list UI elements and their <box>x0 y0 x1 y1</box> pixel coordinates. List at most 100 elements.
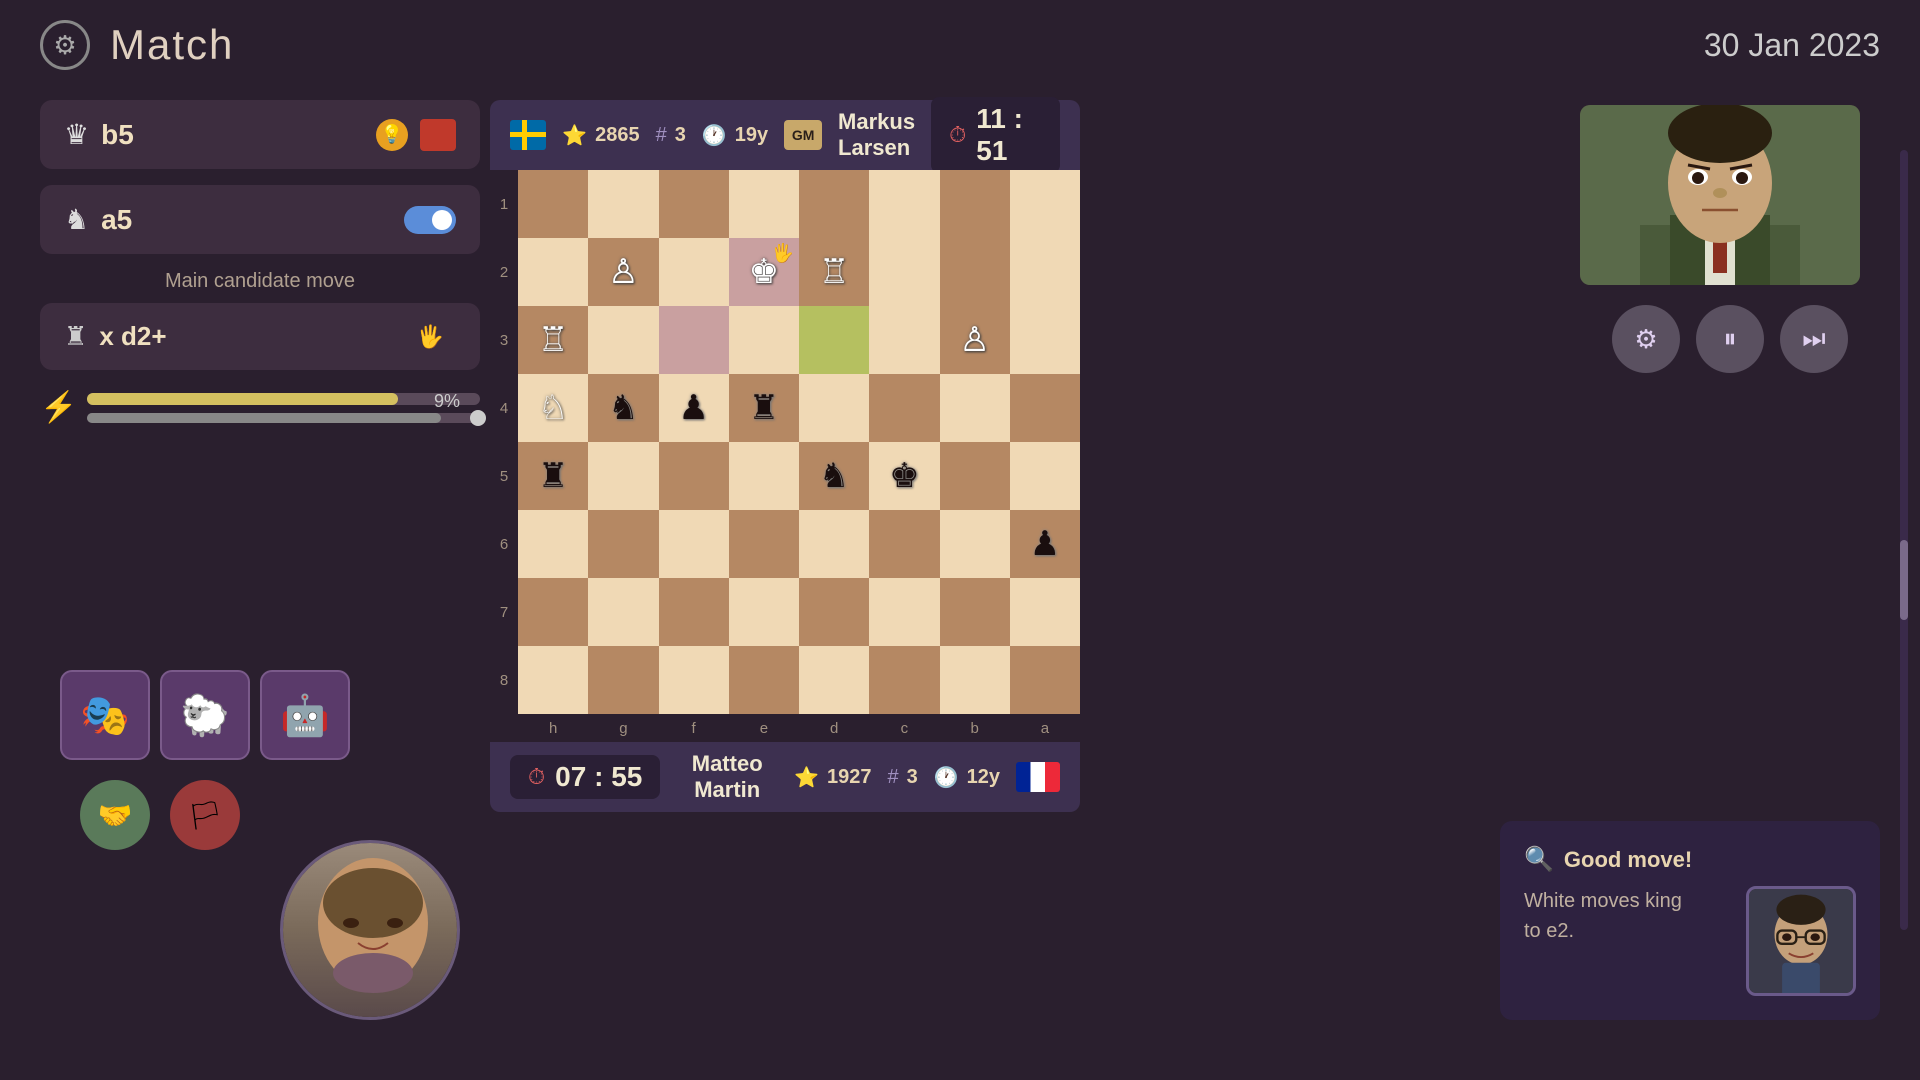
cell-c2[interactable] <box>869 238 939 306</box>
age-bottom: 12y <box>967 766 1000 789</box>
cell-b2[interactable] <box>940 238 1010 306</box>
handshake-button[interactable]: 🤝 <box>80 780 150 850</box>
cell-d6[interactable] <box>799 510 869 578</box>
cell-c7[interactable] <box>869 578 939 646</box>
scrollbar[interactable] <box>1900 150 1908 930</box>
cell-g2[interactable]: ♙ <box>588 238 658 306</box>
progress-knob[interactable] <box>470 410 486 426</box>
progress-bars: 9% <box>87 393 480 423</box>
settings-icon[interactable]: ⚙ <box>40 20 90 70</box>
cell-d2[interactable]: ♖ <box>799 238 869 306</box>
cell-b8[interactable] <box>940 646 1010 714</box>
piece-h3-rook: ♖ <box>538 323 568 357</box>
cell-e1[interactable] <box>729 170 799 238</box>
cell-c1[interactable] <box>869 170 939 238</box>
cell-e8[interactable] <box>729 646 799 714</box>
progress-track-1: 9% <box>87 393 480 405</box>
board-row-1 <box>518 170 1080 238</box>
skip-button[interactable]: ⏭ <box>1780 305 1848 373</box>
avatar-card-3[interactable]: 🤖 <box>260 670 350 760</box>
player-face <box>283 843 457 1017</box>
board-row-8 <box>518 646 1080 714</box>
toggle-2[interactable] <box>404 206 456 234</box>
cell-h6[interactable] <box>518 510 588 578</box>
cell-a8[interactable] <box>1010 646 1080 714</box>
cell-c5[interactable]: ♚ <box>869 442 939 510</box>
cell-h2[interactable] <box>518 238 588 306</box>
cell-e5[interactable] <box>729 442 799 510</box>
cell-b5[interactable] <box>940 442 1010 510</box>
rank-labels: 1 2 3 4 5 6 7 8 <box>490 170 518 742</box>
cell-g5[interactable] <box>588 442 658 510</box>
cell-g4[interactable]: ♞ <box>588 374 658 442</box>
cell-e7[interactable] <box>729 578 799 646</box>
cell-a5[interactable] <box>1010 442 1080 510</box>
hint-icon-1[interactable]: 💡 <box>376 119 408 151</box>
cell-e3[interactable] <box>729 306 799 374</box>
board-row-7 <box>518 578 1080 646</box>
rank-bottom: 3 <box>907 766 918 789</box>
cell-h7[interactable] <box>518 578 588 646</box>
cell-a2[interactable] <box>1010 238 1080 306</box>
cell-c4[interactable] <box>869 374 939 442</box>
cell-g8[interactable] <box>588 646 658 714</box>
cell-a1[interactable] <box>1010 170 1080 238</box>
cell-g7[interactable] <box>588 578 658 646</box>
cell-f4[interactable]: ♟ <box>659 374 729 442</box>
cell-b6[interactable] <box>940 510 1010 578</box>
cell-a7[interactable] <box>1010 578 1080 646</box>
cell-c8[interactable] <box>869 646 939 714</box>
cell-e6[interactable] <box>729 510 799 578</box>
scrollbar-thumb[interactable] <box>1900 540 1908 620</box>
cell-d7[interactable] <box>799 578 869 646</box>
cell-b4[interactable] <box>940 374 1010 442</box>
cell-f3[interactable] <box>659 306 729 374</box>
cell-e2[interactable]: ♚🖐 <box>729 238 799 306</box>
cell-g6[interactable] <box>588 510 658 578</box>
cell-a3[interactable] <box>1010 306 1080 374</box>
timer-icon-bottom: ⏱ <box>528 764 545 790</box>
cell-f2[interactable] <box>659 238 729 306</box>
cell-h5[interactable]: ♜ <box>518 442 588 510</box>
age-icon-top: 🕐 <box>702 123 727 148</box>
cell-d1[interactable] <box>799 170 869 238</box>
cell-d3[interactable] <box>799 306 869 374</box>
cell-c3[interactable] <box>869 306 939 374</box>
pause-button[interactable]: ⏸ <box>1696 305 1764 373</box>
cell-g3[interactable] <box>588 306 658 374</box>
cell-g1[interactable] <box>588 170 658 238</box>
cell-f8[interactable] <box>659 646 729 714</box>
flag-button[interactable]: 🏳 <box>170 780 240 850</box>
piece-g4-knight: ♞ <box>608 391 638 425</box>
cell-f6[interactable] <box>659 510 729 578</box>
cell-a4[interactable] <box>1010 374 1080 442</box>
avatar-card-2-inner: 🐑 <box>162 672 248 758</box>
cell-d5[interactable]: ♞ <box>799 442 869 510</box>
cell-a6[interactable]: ♟ <box>1010 510 1080 578</box>
cell-h1[interactable] <box>518 170 588 238</box>
settings-button[interactable]: ⚙ <box>1612 305 1680 373</box>
age-icon-bottom: 🕐 <box>934 765 959 790</box>
rating-top: 2865 <box>595 124 640 147</box>
cell-f5[interactable] <box>659 442 729 510</box>
cell-c6[interactable] <box>869 510 939 578</box>
cell-d4[interactable] <box>799 374 869 442</box>
cell-b1[interactable] <box>940 170 1010 238</box>
cell-e4[interactable]: ♜ <box>729 374 799 442</box>
cell-d8[interactable] <box>799 646 869 714</box>
cell-f7[interactable] <box>659 578 729 646</box>
cell-h8[interactable] <box>518 646 588 714</box>
rank-4: 4 <box>490 374 518 442</box>
cell-h4[interactable]: ♘ <box>518 374 588 442</box>
cell-f1[interactable] <box>659 170 729 238</box>
cell-b7[interactable] <box>940 578 1010 646</box>
cell-h3[interactable]: ♖ <box>518 306 588 374</box>
avatar-card-1[interactable]: 🎭 <box>60 670 150 760</box>
cell-b3[interactable]: ♙ <box>940 306 1010 374</box>
piece-g2: ♙ <box>608 255 638 289</box>
board-row-3: ♖ ♙ <box>518 306 1080 374</box>
avatar-card-2[interactable]: 🐑 <box>160 670 250 760</box>
piece-d2-rook: ♖ <box>819 255 849 289</box>
stat-rank-top: # 3 <box>656 124 686 147</box>
board-row-4: ♘ ♞ ♟ ♜ <box>518 374 1080 442</box>
